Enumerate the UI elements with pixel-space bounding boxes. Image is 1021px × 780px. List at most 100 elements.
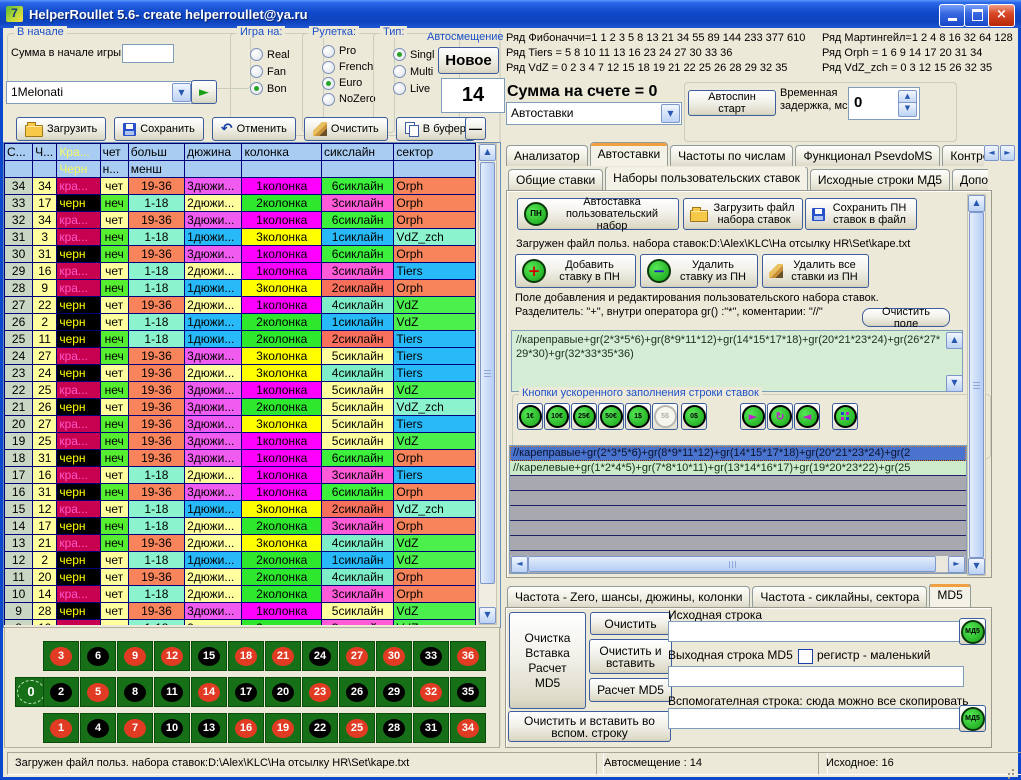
scroll-down-icon[interactable]: ▼ <box>479 607 496 624</box>
tab-Дополнитель[interactable]: Дополнитель <box>952 169 988 190</box>
roulette-cell-28[interactable]: 28 <box>376 713 412 743</box>
table-row[interactable]: 1512кра...чет1-181дюжи...3колонка2сиклай… <box>5 501 476 518</box>
tab-Контроль банкро[interactable]: Контроль банкро <box>942 145 984 166</box>
scroll-left-icon[interactable]: ◄ <box>511 556 528 573</box>
table-row[interactable]: 3234кра...чет19-363дюжи...1колонка6сикла… <box>5 212 476 229</box>
table-row[interactable]: 2427кра...неч19-363дюжи...3колонка5сикла… <box>5 348 476 365</box>
money-button-1$[interactable]: 1$ <box>625 403 651 430</box>
roulette-cell-20[interactable]: 20 <box>265 677 301 707</box>
list-item[interactable] <box>510 521 966 536</box>
roulette-cell-23[interactable]: 23 <box>302 677 338 707</box>
chevron-down-icon[interactable]: ▼ <box>661 104 680 123</box>
listbox-hscrollbar[interactable]: ◄► <box>511 556 965 572</box>
toolbar-brush-button[interactable]: Очистить <box>304 117 388 141</box>
clear-field-button[interactable]: Очистить поле <box>862 308 950 327</box>
roulette-cell-34[interactable]: 34 <box>450 713 486 743</box>
radio-euro[interactable]: Euro <box>315 75 382 91</box>
load-bet-file-button[interactable]: Загрузить файл набора ставок <box>683 198 803 230</box>
close-button[interactable]: × <box>988 4 1015 27</box>
tab-MD5[interactable]: MD5 <box>929 584 970 607</box>
roulette-cell-32[interactable]: 32 <box>413 677 449 707</box>
scrollbar-thumb[interactable] <box>480 162 495 584</box>
md5-clear-and-paste-button[interactable]: Очистить и вставить <box>589 639 672 674</box>
tab-Анализатор[interactable]: Анализатор <box>506 145 588 166</box>
scroll-up-icon[interactable]: ▲ <box>479 144 496 161</box>
md5-run-button[interactable]: МД5 <box>959 618 986 645</box>
strategy-combobox[interactable]: 1Melonati ▼ <box>6 81 193 104</box>
column-header[interactable]: дюжина <box>185 144 242 161</box>
roulette-cell-14[interactable]: 14 <box>191 677 227 707</box>
roulette-cell-8[interactable]: 8 <box>117 677 153 707</box>
tab-Частоты по числам[interactable]: Частоты по числам <box>670 145 793 166</box>
column-header[interactable]: Черн <box>57 161 100 178</box>
minimize-button[interactable] <box>939 4 965 27</box>
toolbar-save-button[interactable]: Сохранить <box>114 117 204 141</box>
column-header[interactable]: больш <box>128 144 184 161</box>
edit-scroll-up-icon[interactable]: ▲ <box>946 332 963 349</box>
roulette-cell-21[interactable]: 21 <box>265 641 301 671</box>
roulette-cell-2[interactable]: 2 <box>43 677 79 707</box>
lowercase-checkbox[interactable] <box>798 649 813 664</box>
tab-Общие ставки[interactable]: Общие ставки <box>508 169 603 190</box>
list-item[interactable] <box>510 491 966 506</box>
tab-Частота - сиклайны, сектора[interactable]: Частота - сиклайны, сектора <box>752 586 927 607</box>
table-row[interactable]: 122чернчет1-181дюжи...2колонка1сиклайнVd… <box>5 552 476 569</box>
md5-calc-button[interactable]: Расчет MD5 <box>589 678 672 702</box>
table-row[interactable]: 2722чернчет19-362дюжи...1колонка4сиклайн… <box>5 297 476 314</box>
md5-clear-paste-aux-button[interactable]: Очистить и вставить во вспом. строку <box>508 711 671 742</box>
toolbar-open-folder-button[interactable]: Загрузить <box>16 117 106 141</box>
md5-aux-run-button[interactable]: МД5 <box>959 705 986 732</box>
bet-set-listbox[interactable]: //кареправые+gr(2*3*5*6)+gr(8*9*11*12)+g… <box>509 445 967 574</box>
table-row[interactable]: 1120чернчет19-362дюжи...2колонка4сиклайн… <box>5 569 476 586</box>
md5-source-input[interactable] <box>668 621 964 642</box>
column-header[interactable]: чет <box>100 144 128 161</box>
column-header[interactable]: сектор <box>394 144 476 161</box>
radio-french[interactable]: French <box>315 59 382 75</box>
table-row[interactable]: 1925кра...неч19-363дюжи...1колонка5сикла… <box>5 433 476 450</box>
delete-bet-button[interactable]: − Удалить ставку из ПН <box>640 254 758 288</box>
table-row[interactable]: 819кра...чет1-182дюжи...2колонка3сиклайн… <box>5 620 476 626</box>
tab-Автоставки[interactable]: Автоставки <box>590 142 669 166</box>
delete-all-bets-button[interactable]: Удалить все ставки из ПН <box>762 254 869 288</box>
autobet-user-set-button[interactable]: ПН Автоставка пользовательский набор <box>517 198 679 230</box>
money-button-0$[interactable]: 0$ <box>681 403 707 430</box>
table-row[interactable]: 289кра...неч1-181дюжи...3колонка2сиклайн… <box>5 280 476 297</box>
save-bet-file-button[interactable]: Сохранить ПН ставок в файл <box>805 198 917 230</box>
table-row[interactable]: 1417черннеч1-182дюжи...2колонка3сиклайнO… <box>5 518 476 535</box>
list-item[interactable]: //карелевые+gr(1*2*4*5)+gr(7*8*10*11)+gr… <box>510 461 966 476</box>
chevron-down-icon[interactable]: ▼ <box>172 83 191 102</box>
md5-output-input[interactable] <box>668 666 964 687</box>
roulette-cell-3[interactable]: 3 <box>43 641 79 671</box>
table-row[interactable]: 2225кра...неч19-363дюжи...1колонка5сикла… <box>5 382 476 399</box>
roulette-cell-30[interactable]: 30 <box>376 641 412 671</box>
tab-Наборы пользовательских ставок[interactable]: Наборы пользовательских ставок <box>605 167 808 190</box>
roulette-cell-16[interactable]: 16 <box>228 713 264 743</box>
table-row[interactable]: 928чернчет19-363дюжи...1колонка5сиклайнV… <box>5 603 476 620</box>
toolbar-undo-button[interactable]: Отменить <box>212 117 296 141</box>
radio-fan[interactable]: Fan <box>243 63 311 80</box>
radio-pro[interactable]: Pro <box>315 43 382 59</box>
roulette-cell-15[interactable]: 15 <box>191 641 227 671</box>
autobets-combobox[interactable]: Автоставки ▼ <box>506 102 682 125</box>
roulette-cell-35[interactable]: 35 <box>450 677 486 707</box>
column-header[interactable]: Ч... <box>33 144 57 161</box>
roulette-cell-4[interactable]: 4 <box>80 713 116 743</box>
table-row[interactable]: 1716кра...чет1-182дюжи...1колонка3сиклай… <box>5 467 476 484</box>
radio-real[interactable]: Real <box>243 46 311 63</box>
tab-scroll-left-icon[interactable]: ◄ <box>984 145 999 161</box>
autospin-start-button[interactable]: Автоспин старт <box>688 90 776 116</box>
spinner-down-icon[interactable]: ▼ <box>898 102 917 117</box>
add-bet-button[interactable]: + Добавить ставку в ПН <box>515 254 636 288</box>
start-sum-input[interactable] <box>122 44 174 63</box>
column-header[interactable]: С... <box>5 144 33 161</box>
radio-nozero[interactable]: NoZero <box>315 91 382 107</box>
fill-start-button[interactable]: ► <box>740 403 766 430</box>
table-row[interactable]: 3031черннеч19-363дюжи...1колонка6сиклайн… <box>5 246 476 263</box>
resize-grip[interactable] <box>1002 763 1015 776</box>
money-button-10€[interactable]: 10€ <box>544 403 570 430</box>
fill-undo-button[interactable]: ◄ <box>794 403 820 430</box>
edit-scroll-down-icon[interactable]: ▼ <box>946 375 963 392</box>
collapse-button[interactable]: — <box>465 117 486 140</box>
md5-aux-input[interactable] <box>668 708 964 729</box>
table-row[interactable]: 1014кра...чет1-182дюжи...2колонка3сиклай… <box>5 586 476 603</box>
